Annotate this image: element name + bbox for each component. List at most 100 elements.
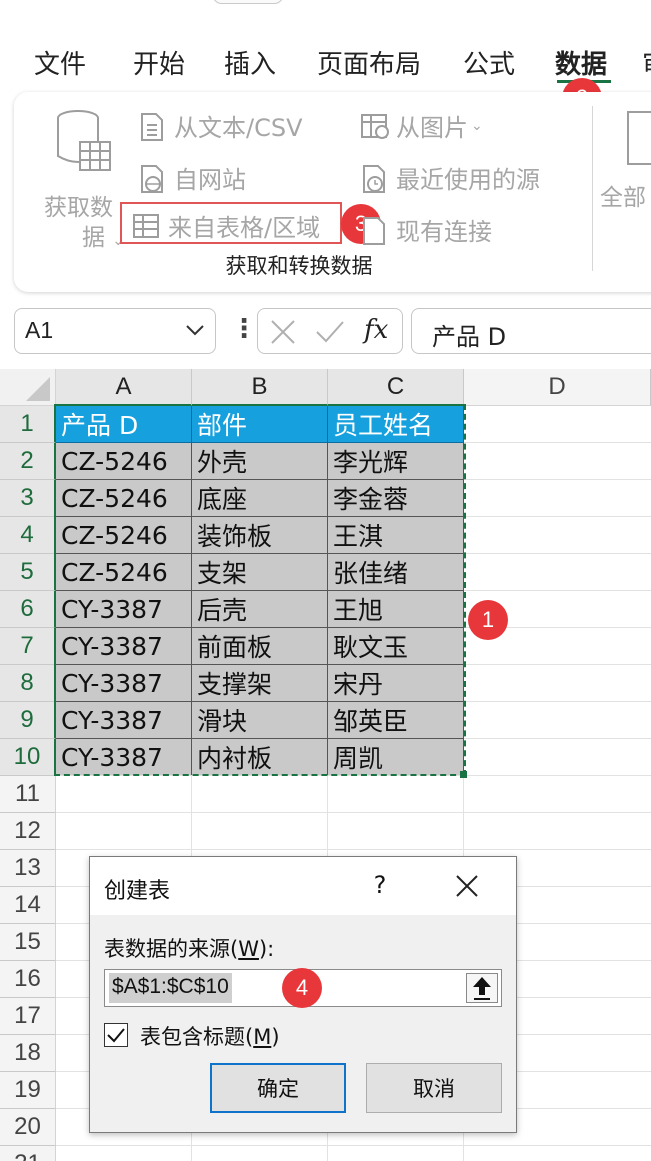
- select-all-corner[interactable]: [0, 369, 56, 406]
- create-table-dialog: 创建表 ? 表数据的来源(W): $A$1:$C$10 4 表包含标题(M) 确…: [89, 856, 517, 1133]
- table-cell[interactable]: CY-3387: [56, 665, 192, 702]
- table-cell[interactable]: CY-3387: [56, 591, 192, 628]
- from-picture-button[interactable]: 从图片 ⌄: [360, 108, 483, 143]
- table-cell[interactable]: 周凯: [328, 739, 464, 776]
- row-header[interactable]: 6: [0, 591, 56, 628]
- row-header[interactable]: 4: [0, 517, 56, 554]
- table-cell[interactable]: 部件: [192, 406, 328, 443]
- table-cell[interactable]: CZ-5246: [56, 443, 192, 480]
- row-header[interactable]: 5: [0, 554, 56, 591]
- row-header[interactable]: 21: [0, 1146, 56, 1161]
- has-headers-label[interactable]: 表包含标题(M): [140, 1021, 280, 1051]
- table-cell[interactable]: 张佳绪: [328, 554, 464, 591]
- table-cell[interactable]: 李金蓉: [328, 480, 464, 517]
- table-cell[interactable]: 支架: [192, 554, 328, 591]
- table-cell[interactable]: 后壳: [192, 591, 328, 628]
- row-header[interactable]: 1: [0, 406, 56, 443]
- row-header[interactable]: 14: [0, 887, 56, 924]
- table-cell[interactable]: 装饰板: [192, 517, 328, 554]
- get-data-button[interactable]: 获取数 据 ⌄: [40, 104, 124, 251]
- column-header-c[interactable]: C: [328, 369, 464, 406]
- row-header[interactable]: 7: [0, 628, 56, 665]
- dialog-title: 创建表: [104, 879, 171, 904]
- cancel-button[interactable]: 取消: [366, 1063, 502, 1113]
- gridline: [56, 812, 651, 813]
- table-cell[interactable]: 底座: [192, 480, 328, 517]
- existing-connections-button[interactable]: 现有连接: [360, 212, 492, 247]
- table-cell[interactable]: 耿文玉: [328, 628, 464, 665]
- existing-connections-label: 现有连接: [396, 218, 492, 246]
- close-icon[interactable]: [452, 871, 482, 901]
- row-header[interactable]: 15: [0, 924, 56, 961]
- table-cell[interactable]: CZ-5246: [56, 554, 192, 591]
- table-cell[interactable]: CZ-5246: [56, 517, 192, 554]
- row-header[interactable]: 3: [0, 480, 56, 517]
- help-button[interactable]: ?: [368, 871, 392, 899]
- row-header[interactable]: 11: [0, 776, 56, 813]
- tab-insert[interactable]: 插入: [224, 44, 276, 81]
- from-web-button[interactable]: 自网站: [138, 160, 246, 195]
- row-header[interactable]: 2: [0, 443, 56, 480]
- table-cell[interactable]: 李光辉: [328, 443, 464, 480]
- dialog-titlebar[interactable]: 创建表 ?: [90, 857, 516, 915]
- table-cell[interactable]: 前面板: [192, 628, 328, 665]
- ok-button[interactable]: 确定: [210, 1063, 346, 1113]
- from-text-csv-button[interactable]: 从文本/CSV: [138, 108, 303, 143]
- recent-sources-button[interactable]: 最近使用的源: [360, 160, 540, 195]
- formula-bar-resize-handle[interactable]: ⋮: [231, 314, 257, 344]
- row-header[interactable]: 19: [0, 1072, 56, 1109]
- row-header[interactable]: 20: [0, 1109, 56, 1146]
- row-header[interactable]: 12: [0, 813, 56, 850]
- collapse-dialog-button[interactable]: [466, 973, 498, 1003]
- gridline: [464, 479, 651, 480]
- column-header-b[interactable]: B: [192, 369, 328, 406]
- confirm-check-icon[interactable]: [314, 317, 346, 347]
- table-cell[interactable]: CY-3387: [56, 628, 192, 665]
- table-cell[interactable]: CY-3387: [56, 702, 192, 739]
- table-cell[interactable]: 内衬板: [192, 739, 328, 776]
- table-cell[interactable]: 宋丹: [328, 665, 464, 702]
- refresh-all-button[interactable]: 全部: [598, 106, 651, 236]
- table-cell[interactable]: 外壳: [192, 443, 328, 480]
- tab-file[interactable]: 文件: [34, 44, 86, 81]
- formula-input[interactable]: 产品 D: [411, 308, 651, 354]
- table-cell[interactable]: 邹英臣: [328, 702, 464, 739]
- chevron-down-icon: ⌄: [471, 117, 483, 134]
- tab-page-layout[interactable]: 页面布局: [317, 44, 421, 81]
- row-header[interactable]: 10: [0, 739, 56, 776]
- table-cell[interactable]: CY-3387: [56, 739, 192, 776]
- row-header[interactable]: 16: [0, 961, 56, 998]
- name-box[interactable]: A1: [14, 308, 216, 354]
- recent-clock-icon: [360, 164, 388, 193]
- window-top-control: [212, 0, 284, 4]
- web-page-icon: [138, 164, 166, 193]
- has-headers-checkbox[interactable]: [104, 1023, 128, 1047]
- row-header[interactable]: 17: [0, 998, 56, 1035]
- row-header[interactable]: 9: [0, 702, 56, 739]
- table-cell[interactable]: 产品 D: [56, 406, 192, 443]
- cancel-x-icon[interactable]: [268, 317, 298, 347]
- tab-overflow[interactable]: 审: [642, 44, 651, 81]
- table-cell[interactable]: CZ-5246: [56, 480, 192, 517]
- row-header[interactable]: 8: [0, 665, 56, 702]
- ribbon-panel: 获取数 据 ⌄ 从文本/CSV 自网站 来自表格/区域 3 从图片 ⌄ 最近使用…: [14, 92, 651, 292]
- insert-function-icon[interactable]: fx: [364, 315, 388, 345]
- gridline: [464, 516, 651, 517]
- chevron-down-icon[interactable]: [185, 323, 205, 337]
- tab-data[interactable]: 数据: [555, 44, 607, 81]
- table-cell[interactable]: 支撑架: [192, 665, 328, 702]
- tab-formulas[interactable]: 公式: [463, 44, 515, 81]
- table-cell[interactable]: 滑块: [192, 702, 328, 739]
- recent-sources-label: 最近使用的源: [396, 166, 540, 194]
- column-header-d[interactable]: D: [464, 369, 651, 406]
- table-cell[interactable]: 员工姓名: [328, 406, 464, 443]
- from-table-range-button[interactable]: 来自表格/区域: [120, 202, 342, 244]
- table-cell[interactable]: 王淇: [328, 517, 464, 554]
- table-cell[interactable]: 王旭: [328, 591, 464, 628]
- fill-handle[interactable]: [460, 771, 467, 778]
- row-header[interactable]: 13: [0, 850, 56, 887]
- tab-home[interactable]: 开始: [133, 44, 185, 81]
- from-table-range-label: 来自表格/区域: [168, 214, 321, 242]
- column-header-a[interactable]: A: [56, 369, 192, 406]
- row-header[interactable]: 18: [0, 1035, 56, 1072]
